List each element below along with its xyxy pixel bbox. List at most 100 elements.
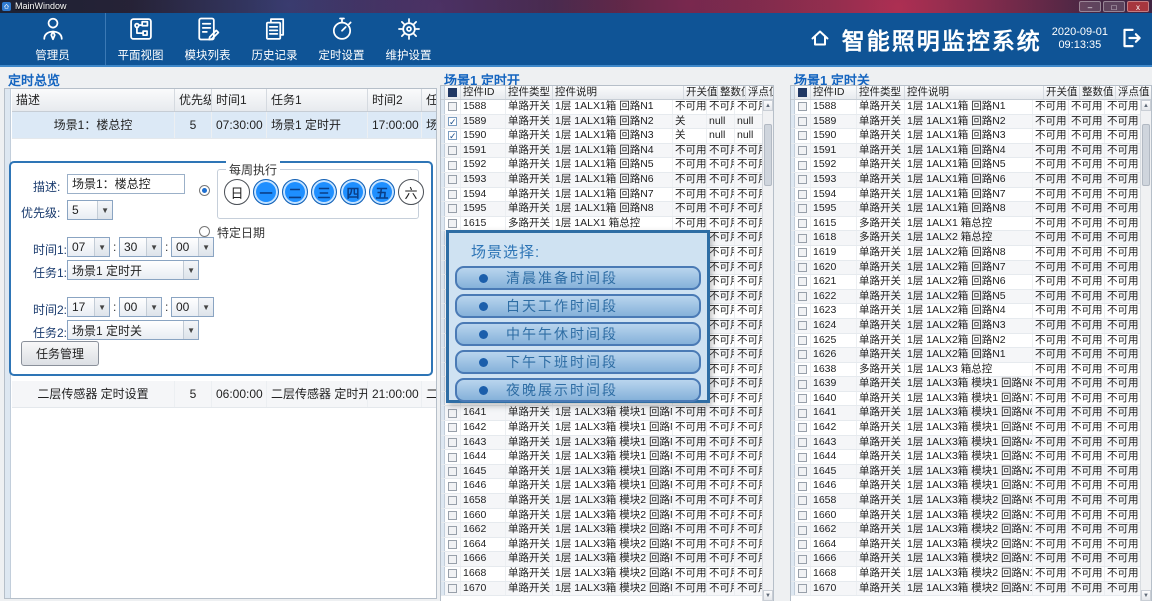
scene1-off-row[interactable]: 1670单路开关1层 1ALX3箱 模块2 回路N15不可用不可用不可用 [791, 582, 1140, 597]
col-control-desc[interactable]: 控件说明 [905, 86, 1044, 99]
toolbar-item-2[interactable]: 模块列表 [174, 13, 241, 65]
timer-row[interactable]: 二层传感器 定时设置506:00:00二层传感器 定时开21:00:00二层 [12, 381, 436, 408]
desc-field[interactable]: 场景1：楼总控 [67, 174, 185, 194]
weekday-toggle-五[interactable]: 五 [369, 179, 395, 205]
row-checkbox[interactable] [795, 144, 811, 158]
select-all-checkbox[interactable] [445, 86, 461, 99]
task-manage-button[interactable]: 任务管理 [21, 341, 99, 366]
timer-row[interactable]: 场景1：楼总控507:30:00场景1 定时开17:00:00场景 [12, 112, 436, 139]
scene1-on-row[interactable]: 1658单路开关1层 1ALX3箱 模块2 回路N9不可用不可用不可用 [441, 494, 762, 509]
scene1-on-row[interactable]: ✓1589单路开关1层 1ALX1箱 回路N2关nullnull [441, 115, 762, 130]
row-checkbox[interactable] [445, 450, 461, 464]
row-checkbox[interactable] [795, 392, 811, 406]
scene-period-button-3[interactable]: 中午午休时间段 [455, 322, 701, 346]
close-button[interactable]: x [1127, 1, 1149, 12]
col-float-value[interactable]: 浮点值 [746, 86, 773, 99]
row-checkbox[interactable] [445, 100, 461, 114]
row-checkbox[interactable] [445, 421, 461, 435]
row-checkbox[interactable] [795, 436, 811, 450]
scene1-off-row[interactable]: 1658单路开关1层 1ALX3箱 模块2 回路N9不可用不可用不可用 [791, 494, 1140, 509]
row-checkbox[interactable] [795, 100, 811, 114]
table-header[interactable]: 控件ID 控件类型 控件说明 开关值 整数值 浮点值 [441, 86, 773, 100]
scene-period-button-5[interactable]: 夜晚展示时间段 [455, 378, 701, 402]
scene-period-button-1[interactable]: 清晨准备时间段 [455, 266, 701, 290]
weekday-toggle-二[interactable]: 二 [282, 179, 308, 205]
row-checkbox[interactable] [445, 436, 461, 450]
row-checkbox[interactable] [795, 173, 811, 187]
row-checkbox[interactable]: ✓ [445, 115, 461, 129]
row-checkbox[interactable] [795, 348, 811, 362]
scene1-off-row[interactable]: 1625单路开关1层 1ALX2箱 回路N2不可用不可用不可用 [791, 334, 1140, 349]
scene1-on-row[interactable]: 1642单路开关1层 1ALX3箱 模块1 回路N5不可用不可用不可用 [441, 421, 762, 436]
scene1-off-row[interactable]: 1642单路开关1层 1ALX3箱 模块1 回路N5不可用不可用不可用 [791, 421, 1140, 436]
scene-period-button-2[interactable]: 白天工作时间段 [455, 294, 701, 318]
scroll-up-arrow[interactable]: ▲ [763, 100, 773, 111]
scene1-off-row[interactable]: 1662单路开关1层 1ALX3箱 模块2 回路N11不可用不可用不可用 [791, 523, 1140, 538]
scene1-off-row[interactable]: 1646单路开关1层 1ALX3箱 模块1 回路N1不可用不可用不可用 [791, 479, 1140, 494]
time1-hour-dropdown[interactable]: 07▼ [67, 237, 110, 257]
toolbar-item-3[interactable]: 历史记录 [241, 13, 308, 65]
scene1-on-row[interactable]: 1670单路开关1层 1ALX3箱 模块2 回路N15不可用不可用不可用 [441, 582, 762, 597]
row-checkbox[interactable] [795, 363, 811, 377]
scene1-on-row[interactable]: 1664单路开关1层 1ALX3箱 模块2 回路N12不可用不可用不可用 [441, 538, 762, 553]
row-checkbox[interactable] [795, 421, 811, 435]
row-checkbox[interactable] [795, 509, 811, 523]
scene1-off-row[interactable]: 1639单路开关1层 1ALX3箱 模块1 回路N8不可用不可用不可用 [791, 377, 1140, 392]
row-checkbox[interactable] [795, 538, 811, 552]
col-task2[interactable]: 任务2 [422, 89, 436, 111]
col-time2[interactable]: 时间2 [368, 89, 422, 111]
scene1-off-row[interactable]: 1622单路开关1层 1ALX2箱 回路N5不可用不可用不可用 [791, 290, 1140, 305]
row-checkbox[interactable] [795, 246, 811, 260]
scene1-off-row[interactable]: 1668单路开关1层 1ALX3箱 模块2 回路N14不可用不可用不可用 [791, 567, 1140, 582]
row-checkbox[interactable] [795, 406, 811, 420]
row-checkbox[interactable] [445, 582, 461, 596]
row-checkbox[interactable] [445, 188, 461, 202]
row-checkbox[interactable] [795, 567, 811, 581]
row-checkbox[interactable] [445, 202, 461, 216]
scene1-on-row[interactable]: 1643单路开关1层 1ALX3箱 模块1 回路N4不可用不可用不可用 [441, 436, 762, 451]
row-checkbox[interactable] [795, 465, 811, 479]
row-checkbox[interactable] [795, 494, 811, 508]
row-checkbox[interactable] [795, 582, 811, 596]
col-float-value[interactable]: 浮点值 [1116, 86, 1151, 99]
scroll-down-arrow[interactable]: ▼ [763, 590, 773, 601]
scene1-off-row[interactable]: 1592单路开关1层 1ALX1箱 回路N5不可用不可用不可用 [791, 158, 1140, 173]
scene-period-button-4[interactable]: 下午下班时间段 [455, 350, 701, 374]
col-desc[interactable]: 描述 [12, 89, 175, 111]
scene1-on-row[interactable]: 1594单路开关1层 1ALX1箱 回路N7不可用不可用不可用 [441, 188, 762, 203]
scene1-on-row[interactable]: 1593单路开关1层 1ALX1箱 回路N6不可用不可用不可用 [441, 173, 762, 188]
col-control-desc[interactable]: 控件说明 [553, 86, 684, 99]
toolbar-item-5[interactable]: 维护设置 [375, 13, 442, 65]
row-checkbox[interactable] [445, 173, 461, 187]
scene1-off-row[interactable]: 1591单路开关1层 1ALX1箱 回路N4不可用不可用不可用 [791, 144, 1140, 159]
row-checkbox[interactable] [795, 115, 811, 129]
scene1-off-row[interactable]: 1626单路开关1层 1ALX2箱 回路N1不可用不可用不可用 [791, 348, 1140, 363]
scene1-on-row[interactable]: 1646单路开关1层 1ALX3箱 模块1 回路N1不可用不可用不可用 [441, 479, 762, 494]
row-checkbox[interactable] [795, 158, 811, 172]
row-checkbox[interactable] [445, 465, 461, 479]
logout-button[interactable] [1118, 25, 1144, 54]
scene1-on-row[interactable]: 1666单路开关1层 1ALX3箱 模块2 回路N13不可用不可用不可用 [441, 552, 762, 567]
minimize-button[interactable]: – [1079, 1, 1101, 12]
row-checkbox[interactable] [445, 552, 461, 566]
priority-dropdown[interactable]: 5▼ [67, 200, 113, 220]
scene1-off-row[interactable]: 1589单路开关1层 1ALX1箱 回路N2不可用不可用不可用 [791, 115, 1140, 130]
weekday-toggle-六[interactable]: 六 [398, 179, 424, 205]
weekday-toggle-一[interactable]: 一 [253, 179, 279, 205]
time2-minute-dropdown[interactable]: 00▼ [119, 297, 162, 317]
scroll-down-arrow[interactable]: ▼ [1141, 590, 1151, 601]
row-checkbox[interactable] [445, 538, 461, 552]
col-switch-value[interactable]: 开关值 [1044, 86, 1080, 99]
scene1-on-row[interactable]: ✓1590单路开关1层 1ALX1箱 回路N3关nullnull [441, 129, 762, 144]
row-checkbox[interactable] [795, 377, 811, 391]
col-control-id[interactable]: 控件ID [811, 86, 857, 99]
time2-second-dropdown[interactable]: 00▼ [171, 297, 214, 317]
row-checkbox[interactable] [795, 290, 811, 304]
col-int-value[interactable]: 整数值 [1080, 86, 1116, 99]
row-checkbox[interactable] [795, 261, 811, 275]
row-checkbox[interactable] [445, 509, 461, 523]
col-control-type[interactable]: 控件类型 [857, 86, 905, 99]
row-checkbox[interactable] [795, 304, 811, 318]
time1-second-dropdown[interactable]: 00▼ [171, 237, 214, 257]
scene1-off-row[interactable]: 1594单路开关1层 1ALX1箱 回路N7不可用不可用不可用 [791, 188, 1140, 203]
